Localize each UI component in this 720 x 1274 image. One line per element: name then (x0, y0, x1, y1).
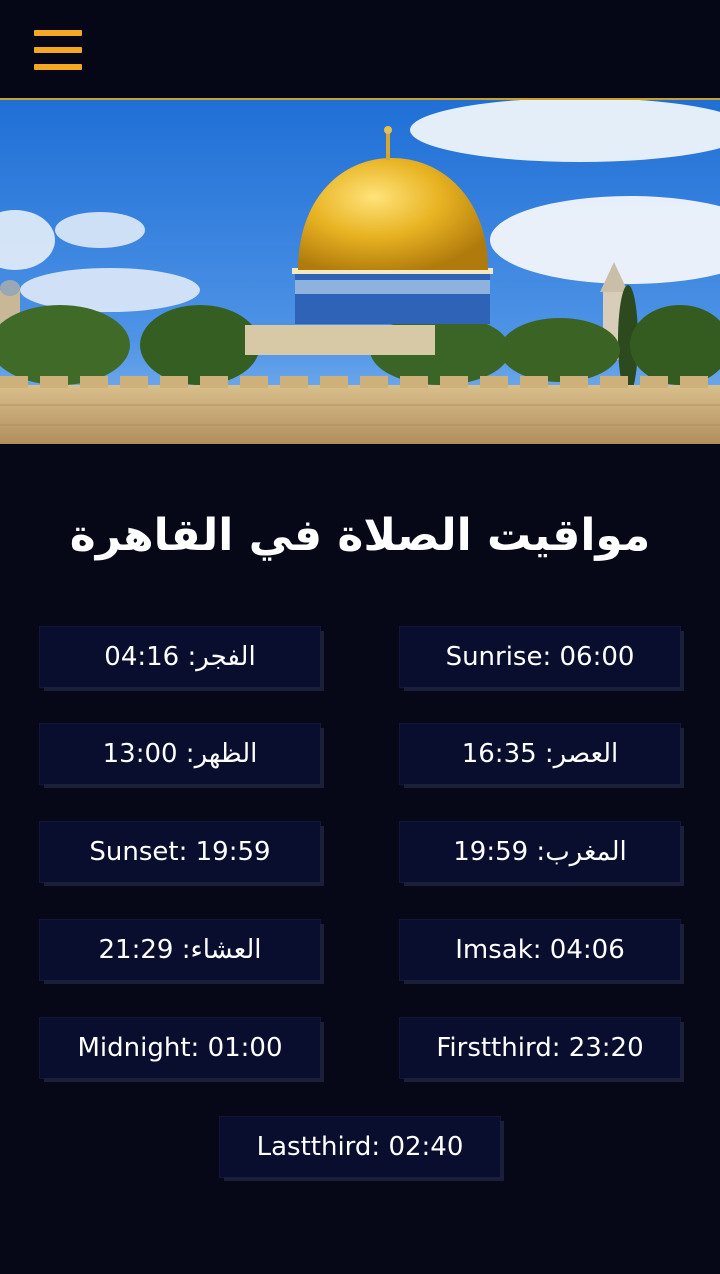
time-card-imsak: Imsak: 04:06 (400, 920, 680, 980)
time-card-fajr: الفجر: 04:16 (40, 627, 320, 687)
time-card-asr: العصر: 16:35 (400, 724, 680, 784)
hero-image (0, 100, 720, 444)
time-card-lastthird: Lastthird: 02:40 (220, 1117, 500, 1177)
hamburger-menu-icon[interactable] (30, 26, 86, 74)
time-card-midnight: Midnight: 01:00 (40, 1018, 320, 1078)
time-card-maghrib: المغرب: 19:59 (400, 822, 680, 882)
time-card-sunset: Sunset: 19:59 (40, 822, 320, 882)
time-card-firstthird: Firstthird: 23:20 (400, 1018, 680, 1078)
app-bar (0, 0, 720, 100)
page-title: مواقيت الصلاة في القاهرة (69, 510, 651, 561)
time-card-isha: العشاء: 21:29 (40, 920, 320, 980)
time-card-dhuhr: الظهر: 13:00 (40, 724, 320, 784)
time-card-sunrise: Sunrise: 06:00 (400, 627, 680, 687)
